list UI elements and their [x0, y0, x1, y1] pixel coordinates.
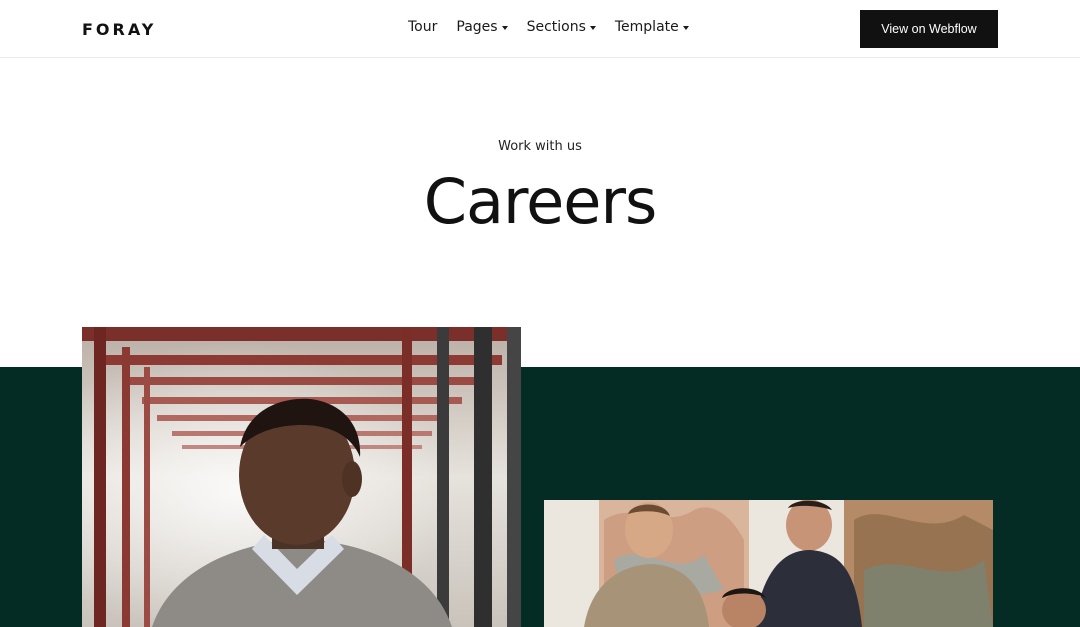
nav-item-sections[interactable]: Sections [527, 19, 596, 35]
caret-down-icon [589, 25, 596, 30]
caret-down-icon [501, 25, 508, 30]
nav-item-label: Pages [456, 19, 498, 35]
team-photo [544, 500, 993, 627]
nav-item-pages[interactable]: Pages [456, 19, 508, 35]
caret-down-icon [682, 25, 689, 30]
nav-item-label: Sections [526, 19, 586, 35]
hero-eyebrow: Work with us [498, 139, 582, 154]
site-header: FORAY Tour Pages Sections Template View … [0, 0, 1080, 58]
main-nav: Tour Pages Sections Template [408, 19, 708, 35]
view-on-webflow-button[interactable]: View on Webflow [860, 10, 998, 48]
page-title: Careers [423, 165, 658, 238]
portrait-photo [82, 327, 521, 627]
nav-item-label: Tour [408, 19, 438, 35]
nav-item-label: Template [614, 19, 679, 35]
nav-item-tour[interactable]: Tour [408, 19, 437, 35]
nav-item-template[interactable]: Template [615, 19, 689, 35]
logo[interactable]: FORAY [82, 20, 156, 39]
